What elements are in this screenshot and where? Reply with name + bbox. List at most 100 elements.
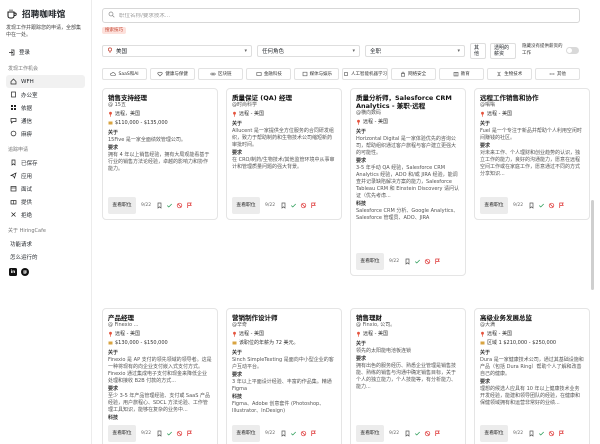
search-input[interactable] <box>119 12 559 19</box>
search-bar[interactable] <box>102 8 580 23</box>
save-icon[interactable] <box>156 430 163 437</box>
sidebar-item-other[interactable]: 麻痹 <box>6 127 85 140</box>
category-chip[interactable]: SaaS和AI <box>102 68 148 80</box>
about-label: 关于 <box>108 350 119 356</box>
category-chip[interactable]: 人工智能机器学习 <box>342 68 388 80</box>
job-card[interactable]: 营销制作设计师 @辛奇 远程 - 美国 该职位的年薪为 72 美元。 关于 Sinch S… <box>226 308 342 444</box>
location-text: 远程，美国 <box>115 111 141 117</box>
hide-icon[interactable] <box>424 430 431 437</box>
location-select[interactable]: 美国 ▾ <box>102 45 252 57</box>
linkedin-icon[interactable]: in <box>9 268 17 276</box>
apply-icon[interactable] <box>414 258 421 265</box>
category-chip[interactable]: 媒体与娱乐 <box>294 68 340 80</box>
flag-icon[interactable] <box>310 430 317 437</box>
x-icon <box>10 211 17 218</box>
about-label: 关于 <box>480 121 491 127</box>
apply-icon[interactable] <box>290 202 297 209</box>
sidebar-item-office[interactable]: 办公室 <box>6 88 85 101</box>
save-icon[interactable] <box>528 430 535 437</box>
logo-row[interactable]: 招聘咖啡馆 <box>6 8 85 20</box>
hide-icon[interactable] <box>548 202 555 209</box>
flag-icon[interactable] <box>434 430 441 437</box>
view-job-button[interactable]: 查看职位 <box>232 425 260 442</box>
job-card[interactable]: 质量保证 (QA) 经理 @时尚科学 远程 - 美国 关于 Allucent 是一家提供… <box>226 88 342 220</box>
search-tips-tag[interactable]: 搜索技巧 <box>102 27 126 34</box>
view-job-button[interactable]: 查看职位 <box>108 425 136 442</box>
apply-icon[interactable] <box>414 430 421 437</box>
sidebar-item-hybrid[interactable]: 依据 <box>6 101 85 114</box>
sidebar-item-offer[interactable]: 提供 <box>6 195 85 208</box>
sidebar-item-label: 办公室 <box>21 92 38 99</box>
hide-no-salary-toggle[interactable] <box>566 47 579 54</box>
view-job-button[interactable]: 查看职位 <box>480 425 508 442</box>
salary-filter-button[interactable]: 透明的薪资 <box>490 43 516 59</box>
hide-icon[interactable] <box>300 202 307 209</box>
save-icon[interactable] <box>280 430 287 437</box>
flag-icon[interactable] <box>558 430 565 437</box>
sidebar-item-applied[interactable]: 应用 <box>6 169 85 182</box>
category-chip[interactable]: 教育 <box>438 68 484 80</box>
scrollbar[interactable] <box>591 200 594 290</box>
save-icon[interactable] <box>156 202 163 209</box>
role-select[interactable]: 任何角色 ▾ <box>257 45 360 57</box>
flag-icon[interactable] <box>310 202 317 209</box>
category-chip[interactable]: 健康与保健 <box>150 68 196 80</box>
commitment-select[interactable]: 全职 ▾ <box>365 45 465 57</box>
flag-icon[interactable] <box>186 430 193 437</box>
category-chip[interactable]: 其他 <box>534 68 580 80</box>
posted-date: 9/22 <box>389 431 400 436</box>
sidebar-item-rejected[interactable]: 拒绝 <box>6 208 85 221</box>
flag-icon[interactable] <box>434 258 441 265</box>
view-job-button[interactable]: 查看职位 <box>232 197 260 214</box>
more-filters-button[interactable]: 其他 <box>470 43 486 59</box>
about-text: Horizontal Digital 是一家体验优先的咨询公司，帮助组织通过客户… <box>356 136 457 156</box>
category-label: 教育 <box>460 72 470 77</box>
pin-icon <box>107 47 113 55</box>
hide-icon[interactable] <box>176 430 183 437</box>
sidebar-item-wfh[interactable]: WFH <box>6 75 85 88</box>
category-chip[interactable]: 生物技术 <box>486 68 532 80</box>
category-bar: SaaS和AI 健康与保健 区块链 金融科技 媒体与娱乐 人工智能机器学习 网络安全 教育 生物… <box>102 68 580 80</box>
hide-icon[interactable] <box>424 258 431 265</box>
apply-icon[interactable] <box>290 430 297 437</box>
job-card[interactable]: 销售支持经理 @ 15五 远程，美国 $110,000 - $135,000 关于 15F… <box>102 88 218 220</box>
sidebar-item-saved[interactable]: 已保存 <box>6 156 85 169</box>
view-job-button[interactable]: 查看职位 <box>108 197 136 214</box>
category-chip[interactable]: 金融科技 <box>246 68 292 80</box>
job-card[interactable]: 销售理财 @ Finxio, 公司。 远程 - 美国 关于 领先的太阳能电池板连锁 要求拥… <box>350 308 466 444</box>
view-job-button[interactable]: 查看职位 <box>356 425 384 442</box>
job-card[interactable]: 产品经理 @ Finexio ... 远程 - 美国 $130,000 - $150,… <box>102 308 218 444</box>
view-job-button[interactable]: 查看职位 <box>356 253 384 270</box>
apply-icon[interactable] <box>538 202 545 209</box>
category-chip[interactable]: 网络安全 <box>390 68 436 80</box>
job-card[interactable]: 质量分析师，Salesforce CRM Analytics - 兼职·远程 @横… <box>350 88 466 276</box>
requirements-text: 3-5 年手动 QA 经验，Salesforce CRM Analytics 经… <box>356 165 460 199</box>
hide-icon[interactable] <box>548 430 555 437</box>
category-label: 人工智能机器学习 <box>351 72 388 77</box>
flag-icon[interactable] <box>186 202 193 209</box>
job-card[interactable]: 高级业务发展总监 @大满 远程 - 美国 区域 1 $210,000 - $250,0… <box>474 308 590 444</box>
login-button[interactable]: 登录 <box>6 45 85 59</box>
apply-icon[interactable] <box>166 430 173 437</box>
flag-icon[interactable] <box>558 202 565 209</box>
location-text: 远程 - 美国 <box>363 119 388 125</box>
apply-icon[interactable] <box>538 430 545 437</box>
save-icon[interactable] <box>404 258 411 265</box>
save-icon[interactable] <box>404 430 411 437</box>
hide-icon[interactable] <box>300 430 307 437</box>
save-icon[interactable] <box>280 202 287 209</box>
chevron-down-icon: ▾ <box>457 48 460 54</box>
sidebar-item-feature-request[interactable]: 功能请求 <box>6 237 85 250</box>
job-card[interactable]: 远程工作销售和协作 @嗡嗡 远程 - 美国 关于 Fuel 是一个专注于新品并帮助个人利… <box>474 88 590 220</box>
apply-icon[interactable] <box>166 202 173 209</box>
view-job-button[interactable]: 查看职位 <box>480 197 508 214</box>
category-chip[interactable]: 区块链 <box>198 68 244 80</box>
hide-icon[interactable] <box>176 202 183 209</box>
sidebar-item-interview[interactable]: 面试 <box>6 182 85 195</box>
threads-icon[interactable]: @ <box>21 268 29 276</box>
sidebar-item-commute[interactable]: 通信 <box>6 114 85 127</box>
chat-icon <box>10 117 17 124</box>
tech-label: 科技 <box>232 394 243 400</box>
save-icon[interactable] <box>528 202 535 209</box>
sidebar-item-how-it-works[interactable]: 怎么运行的 <box>6 250 85 263</box>
